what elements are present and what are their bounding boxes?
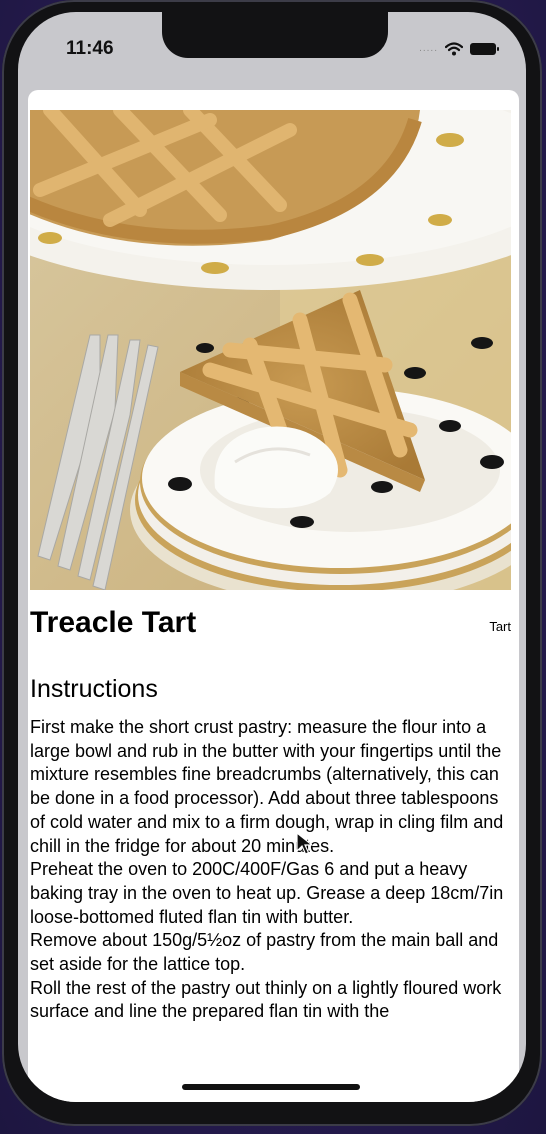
- phone-frame: 11:46 ..... Treacle Tart Tart Instructio…: [2, 0, 542, 1126]
- battery-icon: [470, 43, 499, 55]
- recipe-title: Treacle Tart: [30, 606, 197, 639]
- mouse-pointer-icon: [296, 832, 314, 855]
- phone-screen: 11:46 ..... Treacle Tart Tart Instructio…: [18, 12, 526, 1102]
- instructions-heading: Instructions: [30, 675, 158, 703]
- home-indicator[interactable]: [182, 1084, 360, 1090]
- instructions-text[interactable]: First make the short crust pastry: measu…: [30, 716, 512, 1024]
- recipe-category: Tart: [489, 619, 511, 634]
- wifi-icon: [445, 42, 463, 56]
- signal-dots: .....: [419, 43, 438, 54]
- status-icons: .....: [419, 41, 499, 57]
- notch: [162, 12, 388, 58]
- recipe-photo: [30, 110, 511, 590]
- recipe-detail-sheet: Treacle Tart Tart Instructions First mak…: [28, 90, 519, 1102]
- status-time: 11:46: [66, 38, 114, 59]
